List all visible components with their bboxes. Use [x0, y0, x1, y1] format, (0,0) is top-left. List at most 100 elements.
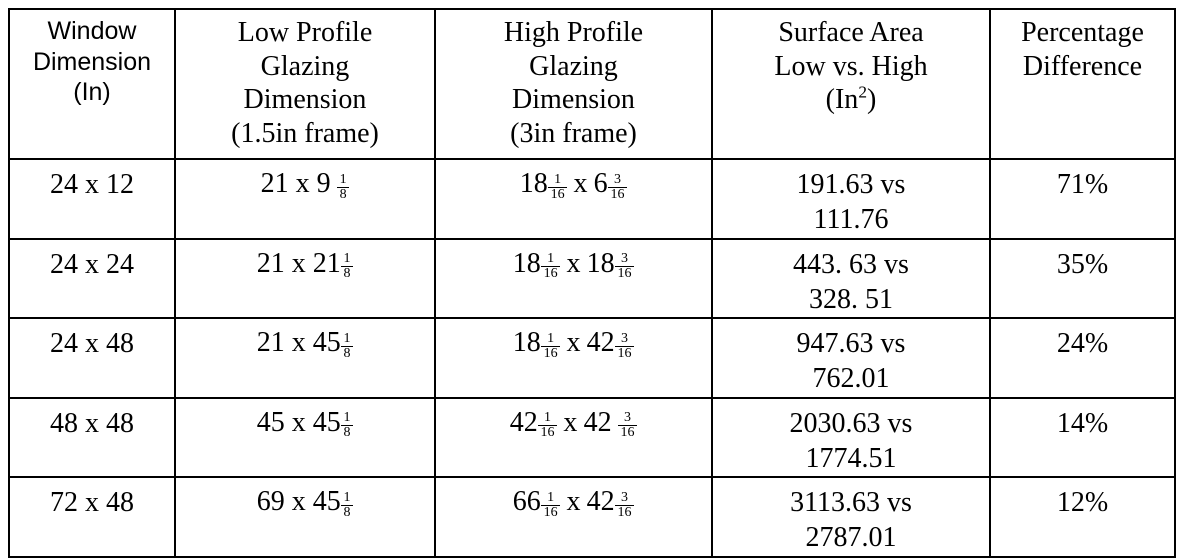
cell-surface-area-text: 947.63 vs 762.01 [713, 319, 989, 397]
fraction-numerator: 1 [541, 331, 561, 347]
percentage-difference-value: 24% [1056, 328, 1109, 360]
column-header-text: Window Dimension (In) [10, 10, 174, 108]
cell-low-profile-dimension-text: 21 x 45 1 8 [176, 319, 434, 361]
header-line: Surface Area [778, 17, 924, 48]
cell-low-profile-dimension-text: 21 x 21 1 8 [176, 240, 434, 282]
surface-area-line: 3113.63 vs [790, 487, 912, 519]
fraction-numerator: 1 [340, 252, 354, 268]
percentage-difference-value: 12% [1056, 487, 1109, 519]
cell-high-profile-dimension: 18 1 16 x 18 3 16 [434, 237, 713, 320]
cell-percentage-difference-text: 24% [991, 319, 1174, 361]
fraction-low-profile: 18 [340, 491, 354, 520]
fraction-low-profile: 18 [340, 331, 354, 361]
fraction-denominator: 8 [343, 266, 351, 282]
fraction-numerator: 1 [340, 491, 354, 506]
fraction-denominator: 8 [339, 186, 347, 202]
high-profile-value: 18 1 16 x 6 3 16 [436, 166, 711, 202]
cell-percentage-difference-text: 35% [991, 240, 1174, 282]
cell-surface-area-text: 191.63 vs 111.76 [713, 160, 989, 238]
fraction-low-profile: 18 [340, 411, 354, 440]
fraction-high-profile-height: 3 16 [614, 252, 634, 282]
cell-percentage-difference-text: 71% [991, 160, 1174, 202]
high-profile-width-whole: 18 [512, 247, 541, 279]
window-dimension-value: 72 x 48 [50, 487, 134, 519]
surface-area-line: 111.76 [813, 204, 889, 236]
high-profile-height-whole: 42 [583, 406, 612, 438]
cell-percentage-difference: 12% [989, 476, 1176, 558]
cell-window-dimension-text: 24 x 12 [10, 160, 174, 202]
cell-high-profile-dimension-text: 18 1 16 x 6 3 16 [436, 160, 711, 202]
fraction-numerator: 1 [541, 252, 561, 268]
low-profile-value: 45 x 45 1 8 [176, 405, 434, 441]
surface-area-line: 2030.63 vs [789, 407, 913, 439]
surface-area-line: 1774.51 [805, 442, 897, 474]
header-line: Glazing [260, 50, 350, 82]
column-header-text: High Profile Glazing Dimension (3in frame) [436, 10, 711, 150]
cell-window-dimension: 24 x 24 [8, 237, 176, 320]
cell-high-profile-dimension: 42 1 16 x 42 3 16 [434, 396, 713, 479]
low-profile-whole: 21 x 21 [256, 247, 341, 279]
cell-high-profile-dimension: 66 1 16 x 42 3 16 [434, 476, 713, 558]
column-header-percentage-difference: Percentage Difference [989, 8, 1176, 160]
cell-window-dimension: 48 x 48 [8, 396, 176, 479]
header-line: Dimension [32, 47, 152, 76]
dimension-separator: x [573, 168, 588, 199]
fraction-denominator: 16 [620, 425, 635, 441]
cell-surface-area: 443. 63 vs 328. 51 [711, 237, 991, 320]
fraction-numerator: 3 [614, 491, 634, 506]
column-header-surface-area-low-vs-high: Surface Area Low vs. High (In2) [711, 8, 991, 160]
column-header-low-profile-glazing-dimension: Low Profile Glazing Dimension (1.5in frame) [174, 8, 436, 160]
low-profile-value: 21 x 21 1 8 [176, 246, 434, 282]
low-profile-whole: 21 x 9 [260, 168, 331, 199]
window-dimension-value: 24 x 12 [50, 169, 134, 200]
dimension-separator: x [566, 486, 581, 518]
high-profile-value: 18 1 16 x 42 3 16 [436, 325, 711, 361]
fraction-high-profile-width: 1 16 [541, 252, 561, 281]
fraction-denominator: 16 [610, 186, 625, 202]
fraction-numerator: 3 [614, 252, 634, 268]
superscript-two: 2 [858, 82, 867, 102]
column-header-text: Percentage Difference [991, 10, 1174, 83]
fraction-denominator: 16 [617, 266, 632, 282]
table-sheet: Window Dimension (In) Low Profile Glazing Dim… [8, 8, 1176, 558]
table-row: 24 x 12 21 x 9 1 8 18 1 16 x 6 3 16 191.63 vs 111.76… [8, 158, 1176, 240]
cell-percentage-difference: 24% [989, 317, 1176, 399]
cell-high-profile-dimension: 18 1 16 x 6 3 16 [434, 158, 713, 240]
high-profile-height-whole: 18 [586, 247, 615, 279]
percentage-difference-value: 71% [1056, 169, 1109, 200]
cell-window-dimension-text: 24 x 48 [10, 319, 174, 361]
header-line: Glazing [529, 50, 618, 82]
header-line: Low Profile [237, 17, 373, 48]
cell-surface-area: 2030.63 vs 1774.51 [711, 396, 991, 479]
cell-surface-area-text: 3113.63 vs 2787.01 [713, 478, 989, 556]
cell-percentage-difference-text: 14% [991, 399, 1174, 441]
fraction-numerator: 3 [618, 411, 638, 427]
table-row: 48 x 48 45 x 45 1 8 42 1 16 x 42 3 16 2030.63 vs 177… [8, 396, 1176, 479]
column-header-window-dimension: Window Dimension (In) [8, 8, 176, 160]
header-line: Low vs. High [774, 50, 928, 82]
cell-surface-area: 191.63 vs 111.76 [711, 158, 991, 240]
header-line: Window [47, 17, 137, 45]
header-line: Difference [1022, 50, 1143, 82]
low-profile-value: 69 x 45 1 8 [176, 484, 434, 520]
cell-low-profile-dimension-text: 45 x 45 1 8 [176, 399, 434, 441]
low-profile-whole: 69 x 45 [256, 486, 341, 518]
fraction-denominator: 16 [617, 345, 632, 361]
fraction-numerator: 1 [541, 491, 561, 506]
cell-surface-area: 3113.63 vs 2787.01 [711, 476, 991, 558]
table-row: 24 x 48 21 x 45 1 8 18 1 16 x 42 3 16 947.63 vs 762.… [8, 317, 1176, 399]
header-line: Percentage [1021, 17, 1144, 48]
high-profile-height-whole: 42 [586, 327, 615, 359]
cell-window-dimension-text: 48 x 48 [10, 399, 174, 441]
high-profile-width-whole: 18 [519, 168, 548, 199]
cell-low-profile-dimension: 45 x 45 1 8 [174, 396, 436, 479]
cell-percentage-difference: 14% [989, 396, 1176, 479]
cell-surface-area-text: 2030.63 vs 1774.51 [713, 399, 989, 477]
high-profile-height-whole: 6 [593, 168, 608, 199]
cell-window-dimension-text: 24 x 24 [10, 240, 174, 282]
header-line: High Profile [503, 17, 644, 48]
header-line: Dimension [512, 84, 635, 116]
fraction-numerator: 1 [537, 411, 557, 427]
header-line: (In) [73, 78, 111, 106]
cell-low-profile-dimension: 21 x 21 1 8 [174, 237, 436, 320]
